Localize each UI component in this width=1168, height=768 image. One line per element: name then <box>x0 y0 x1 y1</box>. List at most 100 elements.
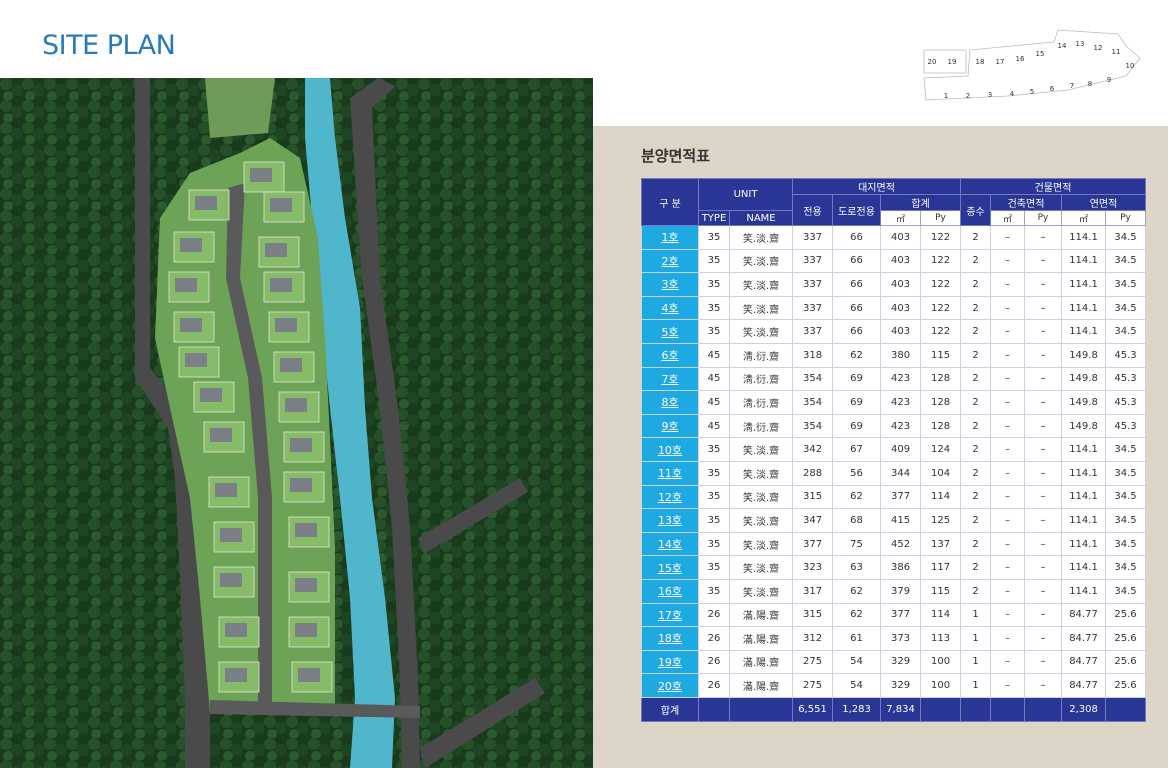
table-row: 12호 35 笑.淡.齋 315 62 377 114 2– –114.1 34.5 <box>641 484 1147 510</box>
unit-cell[interactable]: 14호 <box>641 531 699 557</box>
road-cell: 66 <box>832 248 882 274</box>
coverage-py-cell: – <box>1024 319 1063 344</box>
road-cell: 69 <box>832 366 882 392</box>
unit-cell[interactable]: 19호 <box>641 649 699 675</box>
lot-key-map: 20 19 18 17 16 15 14 13 12 11 10 9 8 7 6 5 4 3 2 1 <box>918 28 1148 106</box>
unit-cell[interactable]: 18호 <box>641 626 699 651</box>
total-m2-cell: 423 <box>880 413 922 439</box>
coverage-m2-cell: – <box>990 295 1026 321</box>
table-row: 1호 35 笑.淡.齋 337 66 403 122 2– –114.1 34.5 <box>641 225 1147 250</box>
coverage-m2-cell: – <box>990 413 1026 439</box>
coverage-py-cell: – <box>1024 555 1063 580</box>
floors-cell: 2 <box>960 225 992 250</box>
coverage-py-cell: – <box>1024 248 1063 274</box>
road-cell: 54 <box>832 649 882 675</box>
floor-py-cell: 45.3 <box>1105 413 1147 439</box>
unit-cell[interactable]: 11호 <box>641 460 699 486</box>
type-cell: 35 <box>698 225 730 250</box>
total-m2-cell: 415 <box>880 508 922 533</box>
exclusive-cell: 337 <box>792 295 834 321</box>
unit-cell[interactable]: 12호 <box>641 484 699 510</box>
road-cell: 68 <box>832 508 882 533</box>
total-road: 1,283 <box>832 697 882 722</box>
floor-py-cell: 34.5 <box>1105 437 1147 462</box>
total-py-cell: 104 <box>920 460 962 486</box>
unit-cell[interactable]: 13호 <box>641 508 699 533</box>
total-floor-m2: 2,308 <box>1061 697 1107 722</box>
table-row: 17호 26 滿.陽.齋 315 62 377 114 1– –84.77 25.6 <box>641 602 1147 628</box>
coverage-py-cell: – <box>1024 390 1063 415</box>
table-row: 15호 35 笑.淡.齋 323 63 386 117 2– –114.1 34.5 <box>641 555 1147 580</box>
house <box>218 616 260 648</box>
unit-cell[interactable]: 1호 <box>641 225 699 250</box>
unit-cell[interactable]: 17호 <box>641 602 699 628</box>
header-building-area: 건물면적 <box>960 178 1147 195</box>
table-row: 6호 45 淸.衍.齋 318 62 380 115 2– –149.8 45.3 <box>641 342 1147 368</box>
unit-cell[interactable]: 10호 <box>641 437 699 462</box>
total-type <box>698 697 730 722</box>
total-py-cell: 122 <box>920 295 962 321</box>
unit-cell[interactable]: 16호 <box>641 578 699 604</box>
unit-cell[interactable]: 5호 <box>641 319 699 344</box>
unit-cell[interactable]: 3호 <box>641 272 699 297</box>
exclusive-cell: 377 <box>792 531 834 557</box>
header-coverage-py: Py <box>1024 210 1063 226</box>
floors-cell: 2 <box>960 437 992 462</box>
coverage-m2-cell: – <box>990 484 1026 510</box>
lot-number: 5 <box>1030 88 1034 96</box>
table-row: 19호 26 滿.陽.齋 275 54 329 100 1– –84.77 25.6 <box>641 649 1147 675</box>
name-cell: 笑.淡.齋 <box>728 555 794 580</box>
table-title: 분양면적표 <box>641 147 711 165</box>
aerial-site-plan <box>0 78 593 768</box>
table-row: 18호 26 滿.陽.齋 312 61 373 113 1– –84.77 25.6 <box>641 626 1147 651</box>
house <box>291 661 333 693</box>
header-road: 도로전용 <box>832 194 882 226</box>
floors-cell: 2 <box>960 390 992 415</box>
header-total-py: Py <box>920 210 962 226</box>
total-m2: 7,834 <box>880 697 922 722</box>
floor-py-cell: 34.5 <box>1105 578 1147 604</box>
unit-cell[interactable]: 9호 <box>641 413 699 439</box>
floors-cell: 2 <box>960 319 992 344</box>
lot-number: 2 <box>966 92 970 100</box>
unit-cell[interactable]: 8호 <box>641 390 699 415</box>
coverage-py-cell: – <box>1024 366 1063 392</box>
exclusive-cell: 315 <box>792 484 834 510</box>
house <box>188 189 230 221</box>
name-cell: 滿.陽.齋 <box>728 673 794 698</box>
table-row: 10호 35 笑.淡.齋 342 67 409 124 2– –114.1 34.5 <box>641 437 1147 462</box>
type-cell: 35 <box>698 319 730 344</box>
unit-cell[interactable]: 4호 <box>641 295 699 321</box>
floor-m2-cell: 149.8 <box>1061 342 1107 368</box>
floor-m2-cell: 114.1 <box>1061 484 1107 510</box>
total-py <box>920 697 962 722</box>
house <box>193 381 235 413</box>
coverage-py-cell: – <box>1024 460 1063 486</box>
lot-number: 1 <box>944 92 948 100</box>
floors-cell: 1 <box>960 602 992 628</box>
unit-cell[interactable]: 6호 <box>641 342 699 368</box>
unit-cell[interactable]: 20호 <box>641 673 699 698</box>
unit-cell[interactable]: 15호 <box>641 555 699 580</box>
total-m2-cell: 377 <box>880 484 922 510</box>
total-floors <box>960 697 992 722</box>
coverage-m2-cell: – <box>990 649 1026 675</box>
coverage-m2-cell: – <box>990 555 1026 580</box>
road-cell: 61 <box>832 626 882 651</box>
exclusive-cell: 315 <box>792 602 834 628</box>
exclusive-cell: 337 <box>792 272 834 297</box>
header-floors: 층수 <box>960 194 992 226</box>
coverage-py-cell: – <box>1024 225 1063 250</box>
floor-py-cell: 34.5 <box>1105 225 1147 250</box>
coverage-m2-cell: – <box>990 626 1026 651</box>
total-floor-py <box>1105 697 1147 722</box>
unit-cell[interactable]: 2호 <box>641 248 699 274</box>
total-m2-cell: 423 <box>880 366 922 392</box>
total-py-cell: 128 <box>920 413 962 439</box>
floor-py-cell: 34.5 <box>1105 272 1147 297</box>
floors-cell: 2 <box>960 460 992 486</box>
total-py-cell: 137 <box>920 531 962 557</box>
unit-cell[interactable]: 7호 <box>641 366 699 392</box>
header-name: NAME <box>728 210 794 226</box>
coverage-m2-cell: – <box>990 578 1026 604</box>
